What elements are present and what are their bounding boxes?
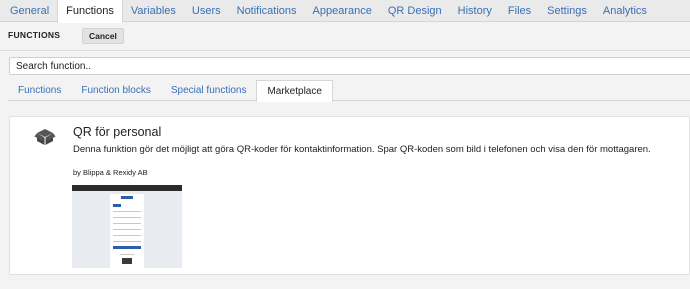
function-subtabs: Functions Function blocks Special functi… xyxy=(8,80,690,102)
item-author: by Blippa & Rexidy AB xyxy=(73,168,148,177)
top-navigation: General Functions Variables Users Notifi… xyxy=(0,0,690,23)
tab-files[interactable]: Files xyxy=(500,0,539,21)
item-screenshot-thumbnail[interactable] xyxy=(72,185,182,268)
thumbnail-page xyxy=(110,194,144,268)
marketplace-item-card[interactable]: QR för personal Denna funktion gör det m… xyxy=(9,116,690,275)
subtab-marketplace[interactable]: Marketplace xyxy=(256,80,333,102)
thumbnail-browser-bar xyxy=(72,185,182,191)
item-title: QR för personal xyxy=(73,125,162,139)
header-divider xyxy=(0,50,690,51)
tab-appearance[interactable]: Appearance xyxy=(305,0,380,21)
subtab-special-functions[interactable]: Special functions xyxy=(161,80,257,100)
page-title: FUNCTIONS xyxy=(8,30,61,40)
tab-qr-design[interactable]: QR Design xyxy=(380,0,450,21)
item-description: Denna funktion gör det möjligt att göra … xyxy=(73,144,651,155)
subtab-function-blocks[interactable]: Function blocks xyxy=(71,80,160,100)
tab-settings[interactable]: Settings xyxy=(539,0,595,21)
tab-functions[interactable]: Functions xyxy=(57,0,123,23)
tab-history[interactable]: History xyxy=(450,0,500,21)
subtab-functions[interactable]: Functions xyxy=(8,80,71,100)
tab-analytics[interactable]: Analytics xyxy=(595,0,655,21)
cancel-button[interactable]: Cancel xyxy=(82,28,124,44)
tab-general[interactable]: General xyxy=(2,0,57,21)
package-box-icon xyxy=(34,129,56,145)
tab-notifications[interactable]: Notifications xyxy=(229,0,305,21)
tab-variables[interactable]: Variables xyxy=(123,0,184,21)
tab-users[interactable]: Users xyxy=(184,0,229,21)
search-input[interactable]: Search function.. xyxy=(9,57,690,75)
